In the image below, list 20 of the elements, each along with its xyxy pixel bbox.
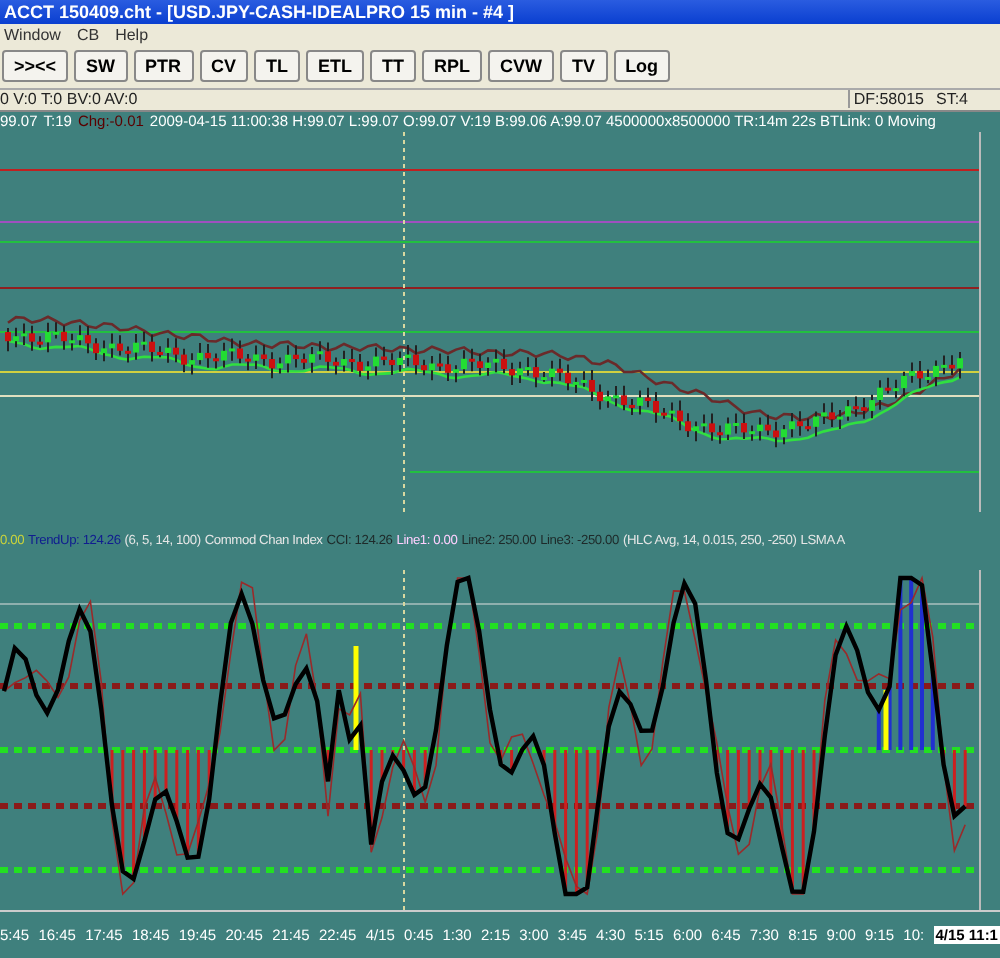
toolbar-button[interactable]: ETL xyxy=(306,50,365,83)
toolbar-button[interactable]: CVW xyxy=(488,50,555,83)
info-text: ST:4 xyxy=(935,90,968,109)
toolbar-button[interactable]: TT xyxy=(370,50,417,83)
menu-item[interactable]: CB xyxy=(76,25,100,44)
window-title: ACCT 150409.cht - [USD.JPY-CASH-IDEALPRO 15 min - #4 ] xyxy=(0,0,1000,24)
info-text: DF:58015 xyxy=(853,90,924,109)
signal-bar xyxy=(353,645,359,750)
toolbar-button[interactable]: TL xyxy=(254,50,301,83)
signal-bar xyxy=(883,689,889,750)
menu-item[interactable]: Window xyxy=(4,25,61,44)
toolbar-button[interactable]: SW xyxy=(74,50,128,83)
toolbar-button[interactable]: CV xyxy=(199,50,249,83)
toolbar-button[interactable]: Log xyxy=(613,50,671,83)
toolbar-button[interactable]: PTR xyxy=(133,50,194,83)
toolbar-button[interactable]: RPL xyxy=(422,50,483,83)
toolbar-button[interactable]: >><< xyxy=(2,50,69,83)
toolbar-button[interactable]: TV xyxy=(560,50,608,83)
info-text: 0 V:0 T:0 BV:0 AV:0 xyxy=(0,90,138,109)
menu-item[interactable]: Help xyxy=(115,25,149,44)
